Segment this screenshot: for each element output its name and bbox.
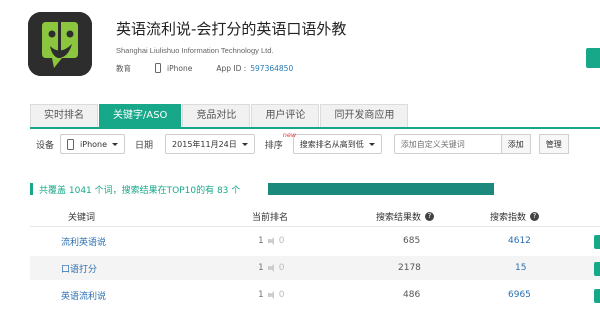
keyword-link[interactable]: 口语打分 [61, 256, 97, 280]
phone-icon [155, 63, 161, 73]
date-select[interactable]: 2015年11月24日 [165, 134, 255, 154]
help-icon[interactable]: ? [425, 211, 435, 221]
app-device: iPhone [167, 63, 193, 73]
new-badge: new [282, 130, 297, 139]
rank-cell: 1 0 [258, 283, 284, 307]
results-value: 685 [403, 236, 421, 246]
chevron-down-icon [112, 142, 119, 146]
row-action-button[interactable] [594, 289, 600, 303]
app-id-label: App ID : [216, 63, 247, 73]
app-id-link[interactable]: 597364850 [250, 64, 293, 73]
top10-progress-fill [268, 183, 494, 195]
app-icon [28, 12, 92, 76]
tabs-underline [30, 127, 600, 129]
tab-bar: 实时排名 关键字/ASO 竞品对比 用户评论 同开发商应用 [30, 104, 409, 128]
speaker-icon [267, 264, 276, 272]
app-category: 教育 [116, 63, 131, 73]
header-search-results-label: 搜索结果数 [376, 212, 422, 223]
filter-bar: 设备 iPhone 日期 2015年11月24日 排序 new 搜索排名从高到低… [36, 131, 569, 154]
results-value: 486 [403, 290, 421, 300]
app-meta: 教育 iPhone App ID : 597364850 [116, 62, 293, 74]
rank-change: 0 [278, 263, 285, 273]
sort-label-text: 排序 [264, 140, 283, 151]
table-divider [30, 226, 600, 227]
coverage-summary: 共覆盖 1041 个词，搜索结果在TOP10的有 83 个 [30, 182, 240, 196]
tab-realtime-rank[interactable]: 实时排名 [30, 104, 98, 128]
speaker-icon [267, 237, 276, 245]
index-value: 4612 [508, 236, 531, 246]
rank-value: 1 [258, 263, 264, 273]
table-row: 流利英语说 1 0 685 4612 [30, 229, 600, 253]
keyword-link[interactable]: 英语流利说 [61, 283, 106, 307]
phone-icon [67, 138, 75, 150]
sort-select[interactable]: 搜索排名从高到低 [292, 134, 382, 154]
summary-text: 共覆盖 1041 个词，搜索结果在TOP10的有 83 个 [39, 185, 241, 196]
header-search-index-label: 搜索指数 [490, 212, 527, 223]
chevron-down-icon [241, 142, 248, 146]
chevron-down-icon [368, 142, 375, 146]
header-search-index: 搜索指数 ? [490, 206, 540, 226]
tab-same-developer-apps[interactable]: 同开发商应用 [320, 104, 409, 128]
row-action-button[interactable] [594, 235, 600, 249]
custom-keyword-input[interactable] [393, 134, 502, 154]
rank-change: 0 [278, 290, 285, 300]
side-action-button[interactable] [586, 48, 600, 68]
liulishuo-logo-icon [28, 12, 92, 76]
sort-select-value: 搜索排名从高到低 [299, 139, 364, 149]
device-select[interactable]: iPhone [60, 134, 126, 154]
tab-user-reviews[interactable]: 用户评论 [251, 104, 320, 128]
rank-value: 1 [258, 290, 264, 300]
summary-accent-bar [30, 183, 33, 195]
help-icon[interactable]: ? [530, 211, 540, 221]
app-title: 英语流利说-会打分的英语口语外教 [116, 20, 347, 38]
tab-keyword-aso[interactable]: 关键字/ASO [99, 104, 182, 128]
results-value: 2178 [398, 263, 421, 273]
sort-label: 排序 new [264, 131, 296, 151]
table-header: 关键词 当前排名 搜索结果数 ? 搜索指数 ? [30, 206, 600, 226]
top10-progress-bar [268, 183, 494, 195]
device-label: 设备 [36, 140, 55, 151]
index-value: 15 [515, 263, 527, 273]
header-search-results: 搜索结果数 ? [376, 206, 435, 226]
app-company: Shanghai Liulishuo Information Technolog… [116, 46, 274, 55]
add-keyword-button[interactable]: 添加 [501, 134, 531, 154]
row-action-button[interactable] [594, 262, 600, 276]
date-select-value: 2015年11月24日 [172, 139, 237, 149]
manage-button[interactable]: 管理 [538, 134, 569, 154]
keyword-link[interactable]: 流利英语说 [61, 229, 106, 253]
speaker-icon [267, 291, 276, 299]
rank-value: 1 [258, 236, 264, 246]
header-current-rank: 当前排名 [252, 212, 289, 223]
index-value: 6965 [508, 290, 531, 300]
date-label: 日期 [135, 140, 154, 151]
rank-change: 0 [278, 236, 285, 246]
tab-competitor-compare[interactable]: 竞品对比 [182, 104, 251, 128]
table-row: 英语流利说 1 0 486 6965 [30, 283, 600, 307]
header-keyword: 关键词 [68, 212, 96, 223]
device-select-value: iPhone [80, 139, 108, 149]
table-row: 口语打分 1 0 2178 15 [30, 256, 600, 280]
rank-cell: 1 0 [258, 229, 284, 253]
rank-cell: 1 0 [258, 256, 284, 280]
